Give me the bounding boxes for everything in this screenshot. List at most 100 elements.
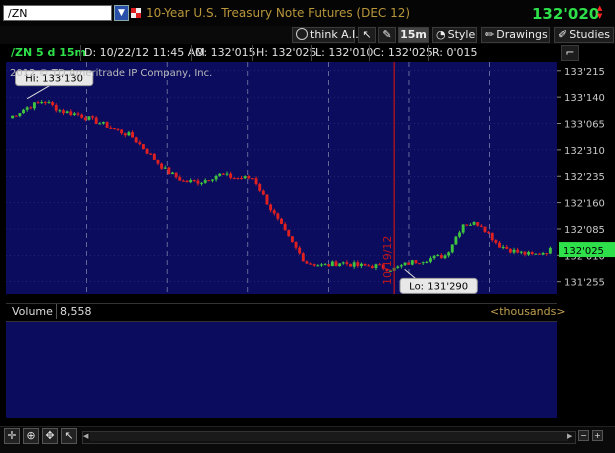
lo-callout-text: Lo: 131'290 [409,281,468,292]
pan-button[interactable]: ✥ [42,428,58,444]
candle-body [418,263,422,265]
candle-body [58,110,62,112]
candle-body [501,246,505,248]
candle-body [363,263,367,266]
candle-body [534,253,538,255]
candle-body [345,262,349,264]
candle-body [138,142,142,145]
candle-body [200,182,204,184]
candle-body [287,230,291,237]
candle-body [178,177,182,181]
candle-body [429,258,432,262]
zoom-out-button[interactable]: − [578,430,589,441]
candle-body [269,204,273,211]
candle-body [356,262,360,267]
plus-icon: + [594,431,601,440]
crosshair-button[interactable]: ✛ [4,428,20,444]
candle-body [112,128,116,130]
price-tick-label: 132'160 [564,199,605,210]
candle-body [141,144,145,150]
zoom-icon: ⊕ [26,429,36,442]
volume-label: Volume [12,305,53,318]
zoom-button[interactable]: ⊕ [23,428,39,444]
candle-body [218,173,222,176]
candle-body [523,251,527,255]
candle-body [116,128,120,130]
candle-body [207,180,211,182]
candle-body [87,116,91,120]
candle-body [512,249,516,253]
candle-body [338,263,342,267]
candle-body [145,149,149,154]
candle-body [476,222,480,226]
candle-body [330,261,334,267]
candle-body [25,107,29,110]
candle-body [334,261,338,267]
candle-body [189,180,193,183]
candle-body [225,173,229,175]
candle-body [203,180,207,183]
hi-callout-leader [26,84,52,100]
candle-body [109,127,113,129]
volume-axis [557,322,615,418]
candle-body [309,263,313,265]
candle-body [236,177,240,179]
candle-body [185,180,189,183]
zoom-in-button[interactable]: + [592,430,603,441]
pointer-button[interactable]: ↖ [61,428,77,444]
candle-body [62,110,65,114]
candle-body [65,111,69,114]
candle-body [327,264,331,267]
candle-body [171,172,174,175]
candle-body [505,246,509,249]
candle-body [527,252,531,255]
candle-body [370,266,374,268]
candle-body [272,210,276,214]
candle-body [519,251,523,253]
candle-body [396,266,400,268]
candle-body [134,137,138,143]
candle-body [47,102,51,104]
scrollbar-thumb[interactable] [90,432,568,441]
candle-body [465,224,469,226]
candle-body [36,102,40,104]
candle-body [167,167,171,175]
candle-body [32,102,36,109]
candle-body [341,262,345,264]
candle-body [123,133,127,136]
candle-body [454,236,458,245]
candle-body [472,222,476,225]
candle-body [323,264,327,266]
candle-body [11,115,15,119]
candle-body [40,102,44,104]
candle-body [538,253,541,255]
pan-icon: ✥ [45,429,55,442]
candle-body [192,180,196,182]
candle-body [51,102,55,106]
candle-body [240,178,243,180]
candle-body [403,262,407,266]
volume-chart-area[interactable] [6,322,557,418]
candle-body [43,102,47,104]
candle-body [80,114,84,118]
scroll-left-icon[interactable]: ◀ [83,432,90,441]
candle-body [414,260,418,264]
scroll-right-icon[interactable]: ▶ [567,432,574,441]
candle-body [211,179,214,181]
candle-body [229,173,233,178]
candle-body [149,153,153,155]
candle-body [54,105,58,111]
candle-body [316,265,320,267]
candle-body [490,232,494,241]
candle-body [450,244,454,253]
candle-body [221,173,225,175]
candle-body [105,122,109,128]
candle-body [14,115,18,117]
candle-body [410,260,414,265]
candle-body [548,247,552,254]
candle-body [301,253,305,262]
candle-body [367,265,371,267]
candle-body [76,113,80,115]
candle-body [432,255,436,259]
candle-body [214,175,218,180]
